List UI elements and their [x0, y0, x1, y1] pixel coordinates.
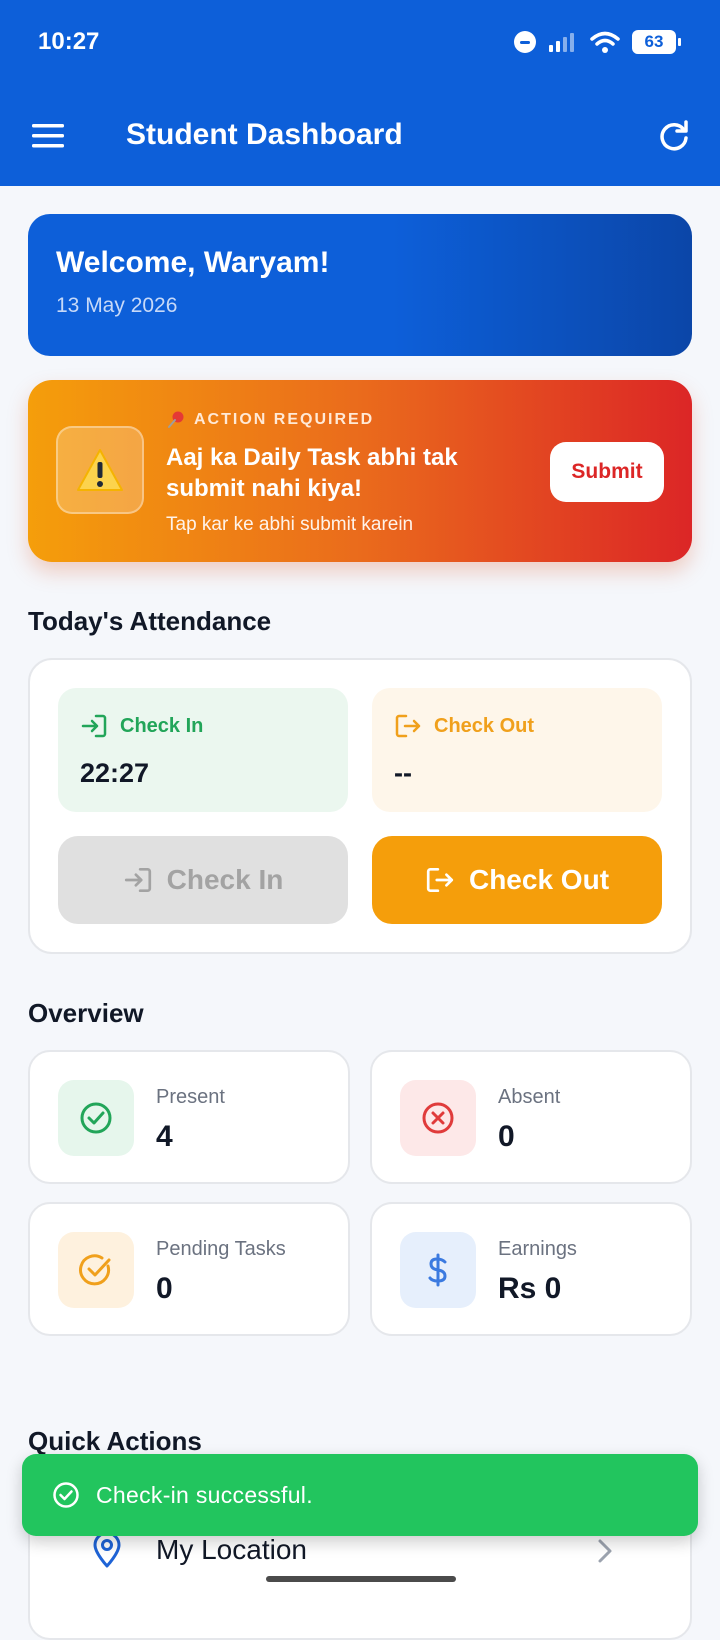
stat-value: 0: [498, 1120, 515, 1153]
alert-tag-label: ACTION REQUIRED: [194, 411, 375, 428]
pushpin-icon: [168, 411, 184, 428]
stat-label: Earnings: [498, 1238, 577, 1260]
logout-icon: [426, 867, 454, 893]
page-title: Student Dashboard: [126, 118, 403, 151]
alert-tag: ACTION REQUIRED: [166, 410, 536, 430]
chevron-right-icon: [598, 1539, 612, 1563]
action-required-banner[interactable]: ACTION REQUIRED Aaj ka Daily Task abhi t…: [28, 380, 692, 562]
success-toast: Check-in successful.: [22, 1454, 698, 1536]
alert-icon-box: [56, 426, 144, 514]
logout-icon: [395, 714, 421, 738]
status-icons: 63: [514, 30, 681, 54]
welcome-card: Welcome, Waryam! 13 May 2026: [28, 214, 692, 356]
stat-icon-box: [58, 1080, 134, 1156]
check-circle-icon: [80, 1102, 112, 1134]
hamburger-menu-icon: [32, 124, 64, 148]
stat-value: 4: [156, 1120, 173, 1153]
task-check-icon: [79, 1254, 111, 1286]
stat-label: Absent: [498, 1086, 561, 1108]
menu-button[interactable]: [30, 122, 66, 150]
check-in-time: 22:27: [80, 758, 150, 788]
overview-section-title: Overview: [28, 998, 144, 1028]
location-pin-icon: [93, 1532, 121, 1568]
stat-label: Present: [156, 1086, 225, 1108]
quick-action-label: My Location: [156, 1534, 307, 1565]
welcome-greeting: Welcome, Waryam!: [56, 246, 330, 279]
refresh-icon: [660, 120, 688, 151]
alert-title: Aaj ka Daily Task abhi tak submit nahi k…: [166, 444, 458, 502]
stat-card-present[interactable]: Present 4: [28, 1050, 350, 1184]
check-circle-icon: [53, 1482, 79, 1508]
check-out-status: Check Out --: [372, 688, 662, 812]
stat-icon-box: [400, 1232, 476, 1308]
stat-card-pending-tasks[interactable]: Pending Tasks 0: [28, 1202, 350, 1336]
attendance-section-title: Today's Attendance: [28, 606, 272, 636]
stat-value: 0: [156, 1272, 173, 1305]
app-bar: 10:27 63 Student Dashboard: [0, 0, 720, 186]
alert-subtitle: Tap kar ke abhi submit karein: [166, 514, 414, 535]
check-in-button-label: Check In: [166, 864, 284, 895]
do-not-disturb-icon: [514, 31, 536, 53]
x-circle-icon: [422, 1102, 454, 1134]
login-icon: [81, 714, 107, 738]
battery-indicator: 63: [632, 30, 681, 54]
welcome-date: 13 May 2026: [56, 294, 178, 317]
stat-label: Pending Tasks: [156, 1238, 286, 1260]
status-time: 10:27: [38, 28, 100, 55]
toast-message: Check-in successful.: [96, 1481, 313, 1508]
login-icon: [124, 867, 151, 893]
refresh-button[interactable]: [656, 118, 692, 154]
attendance-card: Check In 22:27 Check Out -- Check In Che…: [28, 658, 692, 954]
warning-icon: [77, 449, 123, 491]
check-out-status-label-row: Check Out: [394, 712, 640, 740]
check-out-button[interactable]: Check Out: [372, 836, 662, 924]
stat-card-absent[interactable]: Absent 0: [370, 1050, 692, 1184]
check-in-status-label-row: Check In: [80, 712, 326, 740]
stat-icon-box: [58, 1232, 134, 1308]
submit-task-button[interactable]: Submit: [550, 442, 664, 502]
wifi-icon: [590, 31, 620, 53]
home-indicator[interactable]: [266, 1576, 456, 1582]
check-out-status-label: Check Out: [434, 714, 535, 737]
alert-text-block: ACTION REQUIRED Aaj ka Daily Task abhi t…: [166, 410, 536, 536]
stat-value: Rs 0: [498, 1272, 562, 1305]
check-out-time: --: [394, 758, 412, 788]
dollar-icon: [428, 1253, 447, 1287]
quick-actions-section-title: Quick Actions: [28, 1426, 202, 1456]
check-in-button[interactable]: Check In: [58, 836, 348, 924]
check-in-status: Check In 22:27: [58, 688, 348, 812]
check-in-status-label: Check In: [120, 714, 204, 737]
stat-icon-box: [400, 1080, 476, 1156]
stat-card-earnings[interactable]: Earnings Rs 0: [370, 1202, 692, 1336]
signal-icon: [549, 33, 574, 52]
check-out-button-label: Check Out: [468, 864, 610, 895]
